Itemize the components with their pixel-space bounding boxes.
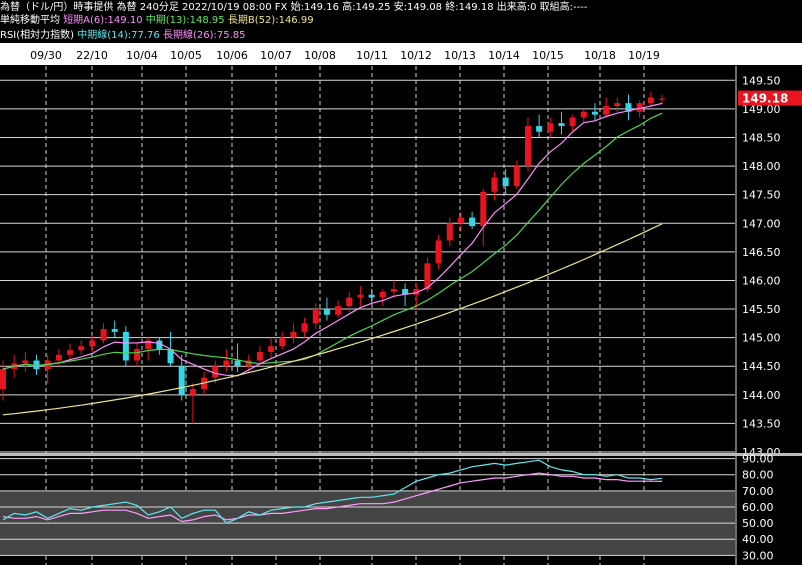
candle-body — [368, 294, 375, 298]
candle-body — [480, 191, 487, 227]
candle-body — [55, 354, 62, 361]
candlestick-chart[interactable]: 09/30 22/10 10/04 10/05 10/06 10/07 10/08 10/11… — [0, 0, 802, 565]
candle-body — [279, 337, 286, 347]
date-label: 10/05 — [170, 49, 202, 62]
price-tick-label: 146.00 — [742, 274, 781, 287]
candle-body — [346, 297, 353, 307]
price-tick-label: 145.50 — [742, 303, 781, 316]
date-label: 10/07 — [260, 49, 292, 62]
date-label: 10/13 — [444, 49, 476, 62]
candle-body — [580, 111, 587, 118]
date-label: 10/15 — [532, 49, 564, 62]
date-label: 10/18 — [584, 49, 616, 62]
candle-body — [89, 340, 96, 347]
candle-body — [22, 360, 29, 364]
candle-body — [111, 329, 118, 332]
date-label: 10/12 — [400, 49, 432, 62]
candle-body — [614, 103, 621, 107]
candle-body — [189, 389, 196, 395]
date-label: 10/19 — [628, 49, 660, 62]
candle-body — [591, 111, 598, 115]
candle-body — [603, 106, 610, 115]
rsi-tick-label: 80.00 — [742, 469, 774, 482]
candle-body — [547, 123, 554, 132]
candle-body — [569, 117, 576, 127]
date-label: 10/06 — [216, 49, 248, 62]
price-tick-label: 147.00 — [742, 217, 781, 230]
ma-long-line — [2, 223, 663, 416]
candle-body — [223, 360, 230, 367]
candle-body — [100, 329, 107, 341]
candle-body — [256, 351, 263, 361]
rsi-tick-label: 40.00 — [742, 533, 774, 546]
candle-body — [212, 366, 219, 378]
price-tick-label: 147.50 — [742, 189, 781, 202]
price-tick-label: 144.00 — [742, 389, 781, 402]
candle-body — [536, 126, 543, 132]
candle-body — [457, 217, 464, 224]
candle-body — [290, 331, 297, 338]
candle-body — [659, 98, 665, 100]
candle-body — [558, 123, 565, 127]
last-price-label: 149.18 — [742, 92, 788, 106]
price-tick-label: 149.50 — [742, 74, 781, 87]
candle-body — [491, 177, 498, 192]
candle-body — [234, 360, 241, 367]
candle-body — [301, 323, 308, 332]
candle-body — [122, 331, 129, 361]
candle-body — [67, 350, 74, 355]
date-label: 22/10 — [76, 49, 108, 62]
date-label: 10/04 — [126, 49, 158, 62]
price-tick-label: 148.00 — [742, 160, 781, 173]
candle-body — [0, 369, 6, 390]
candle-body — [335, 306, 342, 315]
candle-body — [446, 223, 453, 241]
date-label: 10/14 — [488, 49, 520, 62]
date-label: 10/08 — [304, 49, 336, 62]
rsi-tick-label: 60.00 — [742, 501, 774, 514]
rsi-tick-label: 90.00 — [742, 453, 774, 466]
candle-body — [178, 366, 185, 395]
candle-body — [469, 217, 476, 227]
rsi-tick-label: 30.00 — [742, 549, 774, 562]
candle-body — [379, 291, 386, 298]
rsi-tick-label: 70.00 — [742, 485, 774, 498]
price-tick-label: 146.50 — [742, 246, 781, 259]
candle-body — [268, 346, 275, 352]
candle-body — [524, 126, 531, 167]
candle-body — [312, 309, 319, 324]
candle-body — [134, 349, 141, 361]
pane-separator — [0, 453, 802, 456]
candle-body — [513, 166, 520, 187]
price-tick-label: 143.50 — [742, 417, 781, 430]
price-tick-label: 144.50 — [742, 360, 781, 373]
candle-body — [435, 240, 442, 264]
candle-body — [78, 346, 85, 351]
date-label: 09/30 — [30, 49, 62, 62]
date-label: 10/11 — [356, 49, 388, 62]
rsi-tick-label: 50.00 — [742, 517, 774, 530]
price-tick-label: 145.00 — [742, 332, 781, 345]
candle-body — [647, 97, 654, 104]
candle-body — [357, 294, 364, 298]
price-tick-label: 148.50 — [742, 131, 781, 144]
candle-body — [323, 309, 330, 315]
candle-body — [390, 289, 397, 292]
candle-body — [502, 177, 509, 187]
